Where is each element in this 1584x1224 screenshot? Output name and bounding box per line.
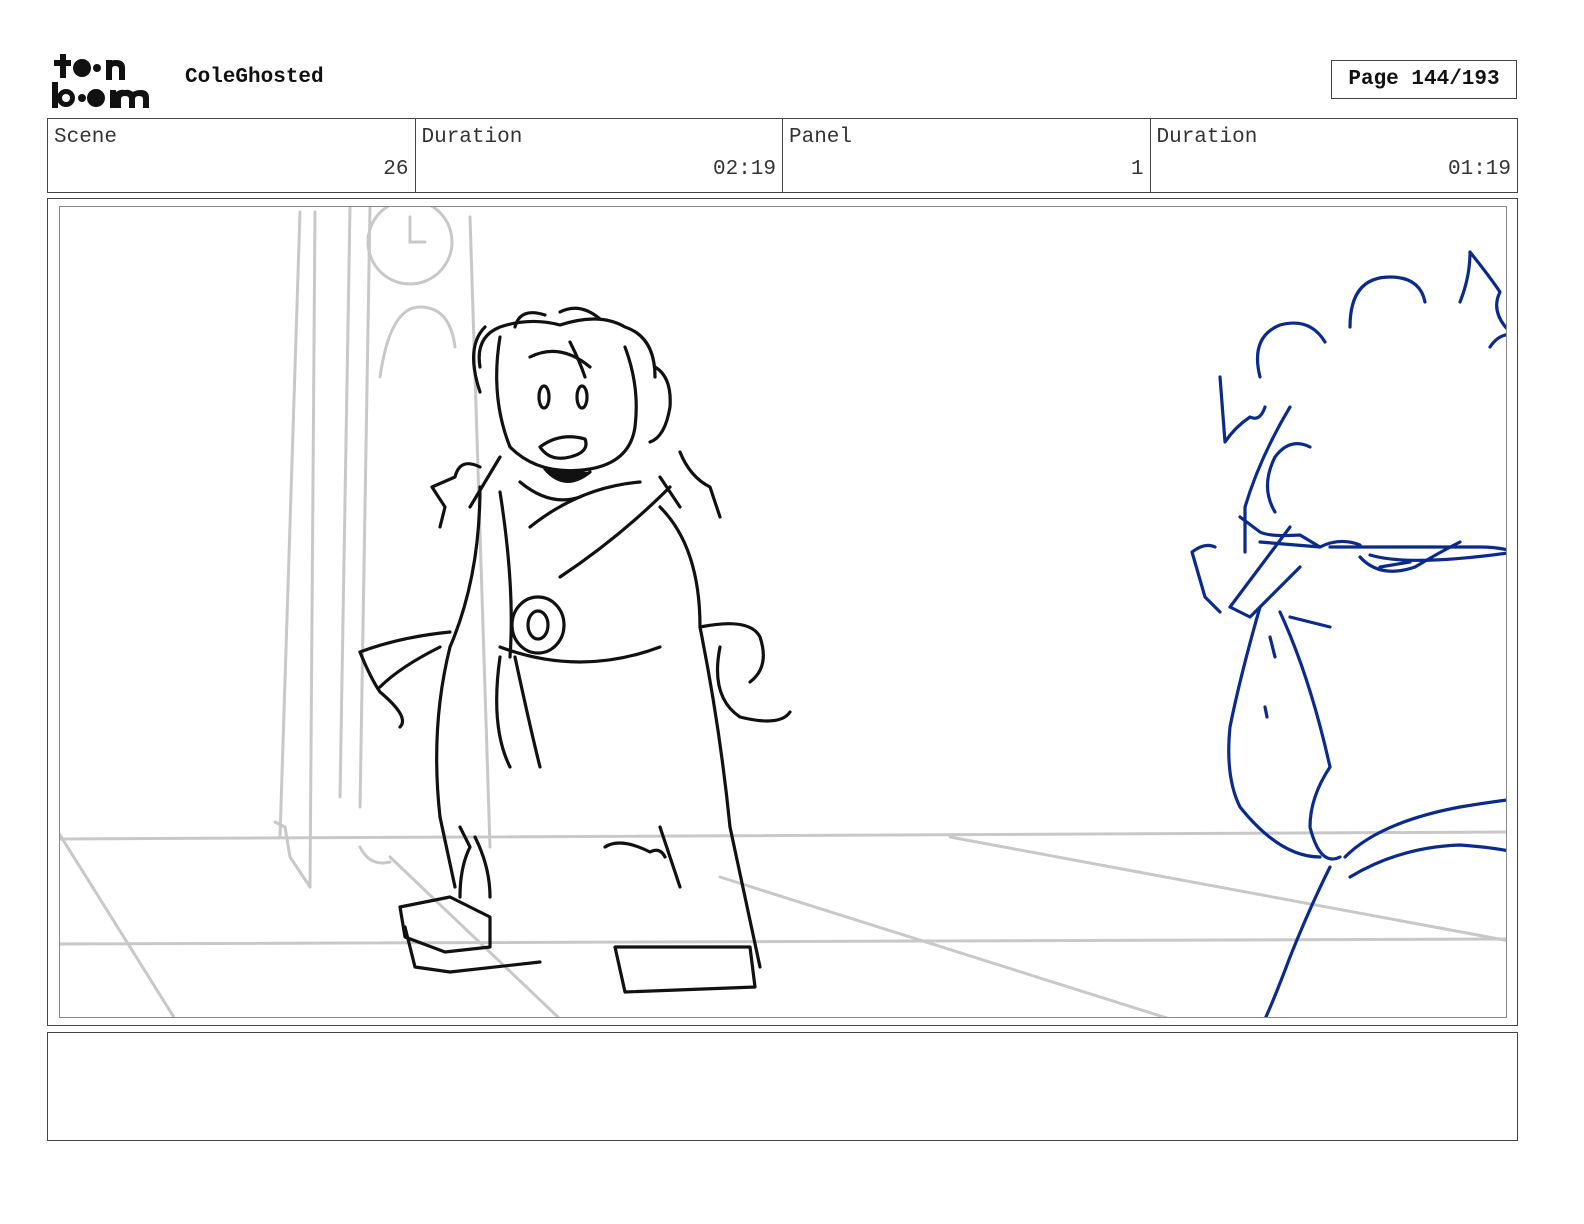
panel-duration-label: Duration (1156, 126, 1258, 149)
panel-duration-value: 01:19 (1447, 158, 1511, 181)
toon-boom-logo (50, 50, 165, 112)
background-sketch (60, 207, 1506, 1017)
scene-info-row: Scene 26 Duration 02:19 Panel 1 Duration… (47, 118, 1518, 193)
panel-label: Panel (789, 126, 853, 149)
scene-duration-cell: Duration 02:19 (416, 119, 783, 192)
storyboard-panel-frame (47, 198, 1518, 1026)
scene-duration-label: Duration (421, 126, 523, 149)
storyboard-drawing-area (59, 206, 1507, 1018)
project-title: ColeGhosted (185, 66, 324, 89)
panel-duration-cell: Duration 01:19 (1151, 119, 1518, 192)
storyboard-sketch (60, 207, 1506, 1017)
scene-cell: Scene 26 (48, 119, 416, 192)
panel-cell: Panel 1 (783, 119, 1151, 192)
character-blue-sketch (1190, 250, 1506, 1017)
scene-label: Scene (54, 126, 118, 149)
panel-notes-box (47, 1032, 1518, 1141)
page-number: Page 144/193 (1331, 60, 1517, 99)
scene-duration-value: 02:19 (712, 158, 776, 181)
scene-value: 26 (383, 158, 409, 181)
panel-value: 1 (1130, 158, 1144, 181)
